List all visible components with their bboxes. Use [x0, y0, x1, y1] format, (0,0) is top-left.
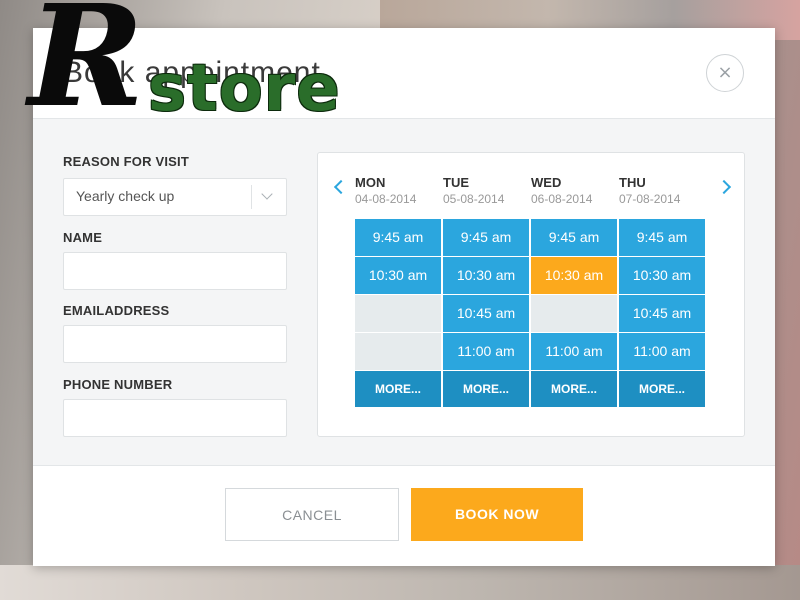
- close-icon: ×: [717, 62, 733, 83]
- time-slot[interactable]: 9:45 am: [619, 219, 705, 256]
- day-name: THU: [619, 175, 646, 190]
- time-slot[interactable]: 11:00 am: [531, 333, 617, 370]
- time-slot[interactable]: 11:00 am: [619, 333, 705, 370]
- time-slot[interactable]: 11:00 am: [443, 333, 529, 370]
- more-button[interactable]: MORE...: [619, 371, 705, 407]
- day-date: 07-08-2014: [619, 192, 681, 206]
- time-slot-picker: MON 04-08-2014 TUE 05-08-2014 WED 06-08-…: [317, 152, 745, 437]
- time-slot[interactable]: 9:45 am: [355, 219, 441, 256]
- time-slot-selected[interactable]: 10:30 am: [531, 257, 617, 294]
- name-field[interactable]: [63, 252, 287, 290]
- cancel-button[interactable]: CANCEL: [225, 488, 399, 541]
- day-date: 06-08-2014: [531, 192, 593, 206]
- email-field[interactable]: [63, 325, 287, 363]
- time-slot-empty: [355, 295, 441, 332]
- time-slot[interactable]: 10:30 am: [443, 257, 529, 294]
- modal-footer: CANCEL BOOK NOW: [33, 466, 775, 566]
- more-button[interactable]: MORE...: [355, 371, 441, 407]
- day-name: TUE: [443, 175, 469, 190]
- reason-select-value: Yearly check up: [76, 188, 175, 204]
- day-name: MON: [355, 175, 386, 190]
- book-now-button[interactable]: BOOK NOW: [411, 488, 583, 541]
- time-slot[interactable]: 10:45 am: [619, 295, 705, 332]
- name-label: NAME: [63, 230, 103, 245]
- chevron-left-icon[interactable]: [333, 179, 349, 195]
- time-slot-empty: [355, 333, 441, 370]
- select-divider: [251, 185, 252, 209]
- watermark-word: store: [148, 52, 341, 126]
- time-slot[interactable]: 9:45 am: [531, 219, 617, 256]
- close-button[interactable]: ×: [706, 54, 744, 92]
- time-slot-empty: [531, 295, 617, 332]
- more-button[interactable]: MORE...: [443, 371, 529, 407]
- chevron-down-icon[interactable]: [261, 188, 273, 200]
- chevron-right-icon[interactable]: [716, 179, 732, 195]
- day-header-mon: MON 04-08-2014: [355, 175, 443, 206]
- time-slot[interactable]: 10:30 am: [619, 257, 705, 294]
- more-button[interactable]: MORE...: [531, 371, 617, 407]
- modal-body: REASON FOR VISIT Yearly check up NAME EM…: [33, 119, 775, 466]
- time-slot[interactable]: 10:45 am: [443, 295, 529, 332]
- phone-label: PHONE NUMBER: [63, 377, 173, 392]
- email-label: EMAILADDRESS: [63, 303, 170, 318]
- day-header-thu: THU 07-08-2014: [619, 175, 707, 206]
- reason-select[interactable]: Yearly check up: [63, 178, 287, 216]
- time-slot[interactable]: 10:30 am: [355, 257, 441, 294]
- day-date: 04-08-2014: [355, 192, 417, 206]
- day-name: WED: [531, 175, 562, 190]
- reason-label: REASON FOR VISIT: [63, 154, 189, 169]
- time-slot[interactable]: 9:45 am: [443, 219, 529, 256]
- background-blur-bottom: [0, 565, 800, 600]
- day-header-wed: WED 06-08-2014: [531, 175, 619, 206]
- watermark-letter: R: [28, 0, 144, 139]
- phone-field[interactable]: [63, 399, 287, 437]
- day-header-tue: TUE 05-08-2014: [443, 175, 531, 206]
- day-date: 05-08-2014: [443, 192, 505, 206]
- watermark-logo: R store: [10, 0, 341, 140]
